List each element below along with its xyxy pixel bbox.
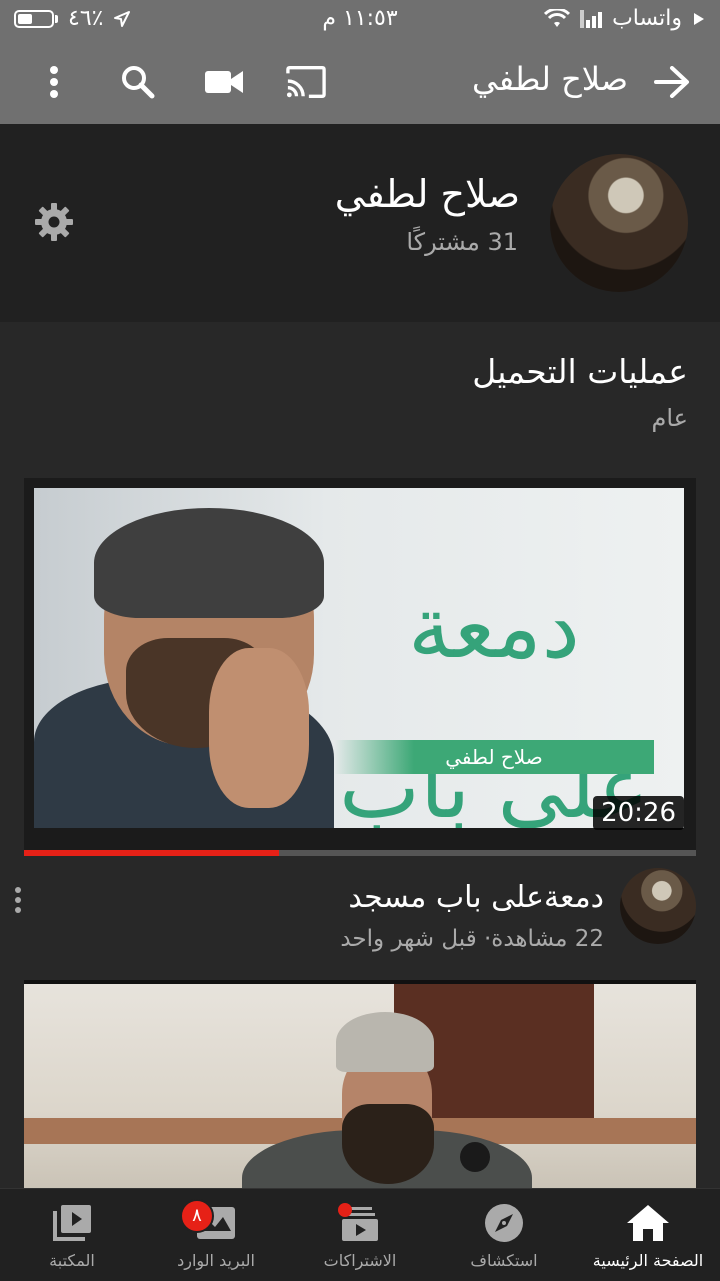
thumbnail-image: دمعة على باب مسجد صلاح لطفي [34, 488, 684, 828]
microphone-icon [460, 1142, 490, 1172]
channel-name: صلاح لطفي [334, 172, 520, 216]
signal-icon [580, 9, 603, 28]
video-thumbnail[interactable]: دمعة على باب مسجد صلاح لطفي 20:26 [24, 478, 696, 856]
thumb2-figure-beard [342, 1104, 434, 1184]
video-thumbnail-2[interactable] [24, 980, 696, 1194]
nav-item-library[interactable]: المكتبة [0, 1189, 144, 1281]
thumb-figure-hair [94, 508, 324, 618]
home-icon [624, 1201, 672, 1245]
cast-icon[interactable] [286, 62, 326, 102]
search-icon[interactable] [118, 62, 158, 102]
video-meta: 22 مشاهدة· قبل شهر واحد [340, 926, 604, 952]
video-more-icon[interactable] [14, 886, 22, 918]
status-right: واتساب [544, 6, 706, 31]
video-info-row[interactable]: دمعةعلى باب مسجد 22 مشاهدة· قبل شهر واحد [0, 866, 720, 972]
status-bar: ٤٦٪ ١١:٥٣ م واتساب [0, 0, 720, 40]
watch-progress [24, 850, 696, 856]
nav-item-explore[interactable]: استكشاف [432, 1189, 576, 1281]
library-icon [48, 1201, 96, 1245]
thumbnail-band: صلاح لطفي [334, 740, 654, 774]
section-title: عمليات التحميل [472, 352, 688, 391]
nav-item-subscriptions[interactable]: الاشتراكات [288, 1189, 432, 1281]
channel-avatar[interactable] [550, 154, 688, 292]
video-channel-avatar[interactable] [620, 868, 696, 944]
back-to-app-label[interactable]: واتساب [612, 6, 682, 31]
section-subtitle: عام [651, 404, 689, 432]
nav-label-inbox: البريد الوارد [177, 1251, 255, 1270]
watch-progress-fill [24, 850, 280, 856]
thumbnail-calligraphy: دمعة على باب مسجد [339, 578, 649, 828]
nav-label-subscriptions: الاشتراكات [323, 1251, 397, 1270]
nav-item-home[interactable]: الصفحة الرئيسية [576, 1189, 720, 1281]
gear-icon[interactable] [34, 202, 74, 246]
app-bar-title: صلاح لطفي [472, 60, 628, 98]
duration-badge: 20:26 [593, 796, 684, 830]
channel-header: صلاح لطفي 31 مشتركًا [0, 124, 720, 322]
explore-icon [480, 1201, 528, 1245]
thumb2-figure-cap [336, 1012, 434, 1072]
video-title[interactable]: دمعةعلى باب مسجد [348, 880, 604, 915]
inbox-badge: ٨ [180, 1199, 214, 1233]
bottom-nav: الصفحة الرئيسية استكشاف الاشتراكات ٨ الب… [0, 1188, 720, 1281]
app-bar: صلاح لطفي [0, 40, 720, 124]
subscriber-count: 31 مشتركًا [406, 228, 518, 256]
video-camera-icon[interactable] [204, 62, 244, 102]
back-arrow-icon[interactable] [652, 62, 692, 102]
nav-label-library: المكتبة [49, 1251, 95, 1270]
nav-label-explore: استكشاف [470, 1251, 538, 1270]
nav-label-home: الصفحة الرئيسية [592, 1251, 704, 1270]
nav-item-inbox[interactable]: ٨ البريد الوارد [144, 1189, 288, 1281]
more-vert-icon[interactable] [34, 62, 74, 102]
back-to-app-icon[interactable] [692, 11, 706, 27]
thumb-figure-hand [209, 648, 309, 808]
subscriptions-dot [338, 1203, 352, 1217]
wifi-icon [544, 8, 571, 27]
